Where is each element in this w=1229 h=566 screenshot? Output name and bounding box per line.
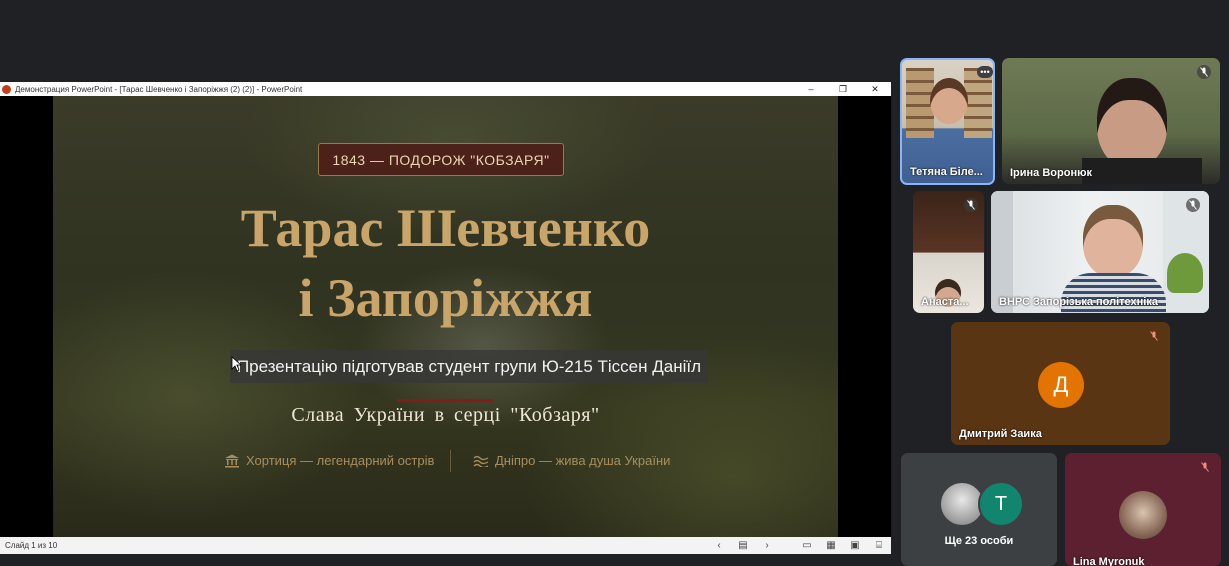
participant-name: Lina Myronuk: [1073, 556, 1145, 566]
slideshow-icon[interactable]: ⌸: [867, 540, 891, 551]
more-participants-tile[interactable]: Т Ще 23 особи: [901, 453, 1057, 566]
mic-muted-icon: [1198, 460, 1212, 474]
feature-dnipro-label: Дніпро — жива душа України: [495, 453, 671, 468]
participant-tile-iryna[interactable]: Ірина Воронюк: [1002, 58, 1220, 184]
feature-khortytsia-label: Хортиця — легендарний острів: [246, 453, 435, 468]
slide-title-line-1: Тарас Шевченко: [240, 198, 651, 258]
decorative-divider: [397, 399, 493, 402]
slide-menu-icon[interactable]: ▤: [731, 540, 755, 551]
participant-name: Дмитрий Заика: [959, 428, 1042, 440]
person-head: [930, 78, 968, 124]
more-options-icon[interactable]: •••: [977, 66, 993, 78]
mouse-cursor-icon: [231, 356, 241, 372]
participant-name: Тетяна Біле...: [910, 166, 983, 178]
window-title-bar[interactable]: Демонстрация PowerPoint - [Тарас Шевченк…: [0, 82, 891, 96]
next-slide-icon[interactable]: ›: [755, 540, 779, 551]
bookshelf-right: [964, 68, 992, 138]
minimize-button[interactable]: –: [795, 84, 827, 95]
participant-name: Ірина Воронюк: [1010, 167, 1093, 179]
participant-tile-anastasia[interactable]: Анаста...: [913, 191, 984, 313]
window-frame: [991, 191, 1013, 313]
mic-muted-icon: [964, 198, 978, 212]
participant-avatar-t: Т: [978, 481, 1024, 527]
feature-separator: [450, 450, 451, 472]
water-waves-icon: [473, 455, 489, 467]
window-title: Демонстрация PowerPoint - [Тарас Шевченк…: [15, 84, 303, 94]
feature-dnipro: Дніпро — жива душа України: [473, 453, 670, 468]
slide-badge: 1843 — ПОДОРОЖ "КОБЗАРЯ": [318, 143, 564, 176]
mic-muted-icon: [1147, 329, 1161, 343]
mic-muted-icon: [1186, 198, 1200, 212]
restore-button[interactable]: ❐: [827, 84, 859, 95]
previous-slide-icon[interactable]: ‹: [707, 540, 731, 551]
participant-tile-tetiana[interactable]: ••• Тетяна Біле...: [900, 58, 995, 185]
participant-name: Анаста...: [921, 296, 969, 308]
reading-view-icon[interactable]: ▣: [843, 540, 867, 551]
mic-muted-icon: [1197, 65, 1211, 79]
slide-author: Презентацію підготував студент групи Ю-2…: [230, 350, 708, 383]
slide-sorter-icon[interactable]: ▦: [819, 540, 843, 551]
slide-canvas[interactable]: 1843 — ПОДОРОЖ "КОБЗАРЯ" Тарас Шевченко …: [53, 96, 838, 537]
powerpoint-logo-icon: [2, 84, 11, 94]
more-participants-label: Ще 23 особи: [944, 535, 1014, 547]
person-head: [1083, 205, 1143, 277]
participant-avatar-photo: [1119, 491, 1167, 539]
slide-subtitle: Слава України в серці "Кобзаря": [291, 404, 600, 426]
person-body: [1082, 158, 1202, 184]
participant-tile-dmitriy[interactable]: Д Дмитрий Заика: [951, 322, 1170, 445]
slide-title-line-2: і Запоріжжя: [298, 268, 593, 328]
participant-tile-vnrs[interactable]: ВНРС Запорізька політехніка: [991, 191, 1209, 313]
feature-khortytsia: Хортиця — легендарний острів: [224, 453, 434, 468]
participant-tile-lina[interactable]: Lina Myronuk: [1065, 453, 1221, 566]
building-icon: [225, 454, 239, 467]
plant: [1167, 253, 1203, 293]
powerpoint-window: Демонстрация PowerPoint - [Тарас Шевченк…: [0, 82, 891, 554]
participant-name: ВНРС Запорізька політехніка: [999, 296, 1158, 308]
slide-counter: Слайд 1 из 10: [5, 541, 58, 550]
person-head: [1097, 78, 1167, 168]
participant-avatar: Д: [1038, 362, 1084, 408]
window-right: [1163, 191, 1209, 313]
normal-view-icon[interactable]: ▭: [795, 540, 819, 551]
status-bar: Слайд 1 из 10 ‹ ▤ › ▭ ▦ ▣ ⌸: [0, 537, 891, 554]
close-button[interactable]: ✕: [859, 84, 891, 95]
